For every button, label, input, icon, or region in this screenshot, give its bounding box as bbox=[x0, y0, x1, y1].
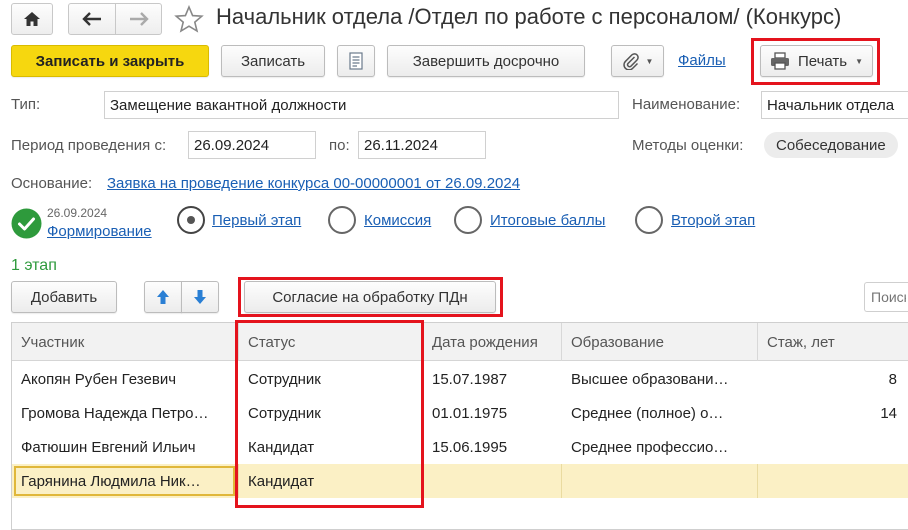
cell-education bbox=[562, 464, 758, 498]
consent-button[interactable]: Согласие на обработку ПДн bbox=[244, 281, 496, 313]
files-link[interactable]: Файлы bbox=[678, 52, 726, 69]
arrow-right-icon bbox=[129, 12, 149, 26]
save-and-close-button[interactable]: Записать и закрыть bbox=[11, 45, 209, 77]
col-header-education[interactable]: Образование bbox=[562, 323, 758, 361]
document-list-button[interactable] bbox=[337, 45, 375, 77]
cell-status: Сотрудник bbox=[248, 370, 321, 388]
cell-focus-frame bbox=[14, 466, 235, 496]
cell-birth: 15.07.1987 bbox=[432, 370, 508, 388]
cell-education: Высшее образовани… bbox=[571, 370, 729, 388]
cell-birth bbox=[423, 464, 562, 498]
cell-education: Среднее профессио… bbox=[571, 438, 729, 456]
move-down-button[interactable] bbox=[181, 281, 219, 313]
stage-commission-link[interactable]: Комиссия bbox=[364, 212, 431, 229]
print-button-label: Печать bbox=[797, 52, 848, 70]
home-icon bbox=[24, 12, 40, 26]
chevron-down-icon: ▼ bbox=[855, 56, 864, 66]
participants-table: Участник Статус Дата рождения Образовани… bbox=[11, 322, 908, 530]
check-done-icon bbox=[11, 208, 42, 239]
move-up-button[interactable] bbox=[144, 281, 182, 313]
stage-radio-commission[interactable] bbox=[328, 206, 356, 234]
stage-final-scores-link[interactable]: Итоговые баллы bbox=[490, 212, 605, 229]
stage-done-date: 26.09.2024 bbox=[47, 206, 108, 220]
cell-participant: Фатюшин Евгений Ильич bbox=[21, 438, 196, 456]
cell-status: Сотрудник bbox=[248, 404, 321, 422]
cell-birth: 15.06.1995 bbox=[432, 438, 508, 456]
table-row-selected[interactable]: Гарянина Людмила Ник… Кандидат bbox=[12, 464, 908, 498]
cell-experience bbox=[758, 430, 908, 464]
col-header-status[interactable]: Статус bbox=[239, 323, 423, 361]
period-from-label: Период проведения с: bbox=[11, 137, 167, 154]
arrow-down-icon bbox=[194, 290, 206, 304]
paperclip-icon bbox=[622, 53, 639, 70]
period-to-label: по: bbox=[329, 137, 350, 154]
printer-icon bbox=[770, 52, 789, 70]
col-header-participant[interactable]: Участник bbox=[12, 323, 239, 361]
type-label: Тип: bbox=[11, 96, 41, 113]
stage-first-link[interactable]: Первый этап bbox=[212, 212, 301, 229]
stage-radio-second[interactable] bbox=[635, 206, 663, 234]
section-title: 1 этап bbox=[11, 257, 57, 274]
finish-early-button[interactable]: Завершить досрочно bbox=[387, 45, 585, 77]
arrow-left-icon bbox=[82, 12, 101, 26]
cell-status: Кандидат bbox=[239, 464, 423, 498]
period-to-field[interactable]: 26.11.2024 bbox=[358, 131, 486, 159]
search-input[interactable] bbox=[864, 282, 908, 312]
name-label: Наименование: bbox=[632, 96, 741, 113]
document-icon bbox=[349, 52, 363, 70]
cell-experience: 14 bbox=[880, 404, 897, 422]
forward-button[interactable] bbox=[115, 3, 162, 35]
chevron-down-icon: ▼ bbox=[645, 56, 654, 66]
cell-experience bbox=[758, 464, 908, 498]
attachment-button[interactable]: ▼ bbox=[611, 45, 664, 77]
basis-link[interactable]: Заявка на проведение конкурса 00-0000000… bbox=[107, 175, 520, 192]
cell-education: Среднее (полное) о… bbox=[571, 404, 724, 422]
save-button[interactable]: Записать bbox=[221, 45, 325, 77]
stage-forming-link[interactable]: Формирование bbox=[47, 223, 152, 240]
cell-experience: 8 bbox=[888, 370, 897, 388]
cell-participant: Акопян Рубен Гезевич bbox=[21, 370, 177, 388]
cell-participant: Громова Надежда Петро… bbox=[21, 404, 209, 422]
page-title: Начальник отдела /Отдел по работе с перс… bbox=[216, 4, 842, 29]
table-row[interactable]: Фатюшин Евгений Ильич Кандидат 15.06.199… bbox=[12, 430, 908, 464]
col-header-birth[interactable]: Дата рождения bbox=[423, 323, 562, 361]
stage-radio-first[interactable] bbox=[177, 206, 205, 234]
cell-status: Кандидат bbox=[248, 438, 315, 456]
methods-label: Методы оценки: bbox=[632, 137, 744, 154]
col-header-experience[interactable]: Стаж, лет bbox=[758, 323, 908, 361]
table-row[interactable]: Акопян Рубен Гезевич Сотрудник 15.07.198… bbox=[12, 362, 908, 396]
period-from-field[interactable]: 26.09.2024 bbox=[188, 131, 316, 159]
home-button[interactable] bbox=[11, 3, 53, 35]
back-button[interactable] bbox=[68, 3, 116, 35]
print-button[interactable]: Печать ▼ bbox=[760, 45, 873, 77]
stage-second-link[interactable]: Второй этап bbox=[671, 212, 755, 229]
basis-label: Основание: bbox=[11, 175, 93, 192]
table-header: Участник Статус Дата рождения Образовани… bbox=[12, 323, 908, 361]
stage-radio-final-scores[interactable] bbox=[454, 206, 482, 234]
arrow-up-icon bbox=[157, 290, 169, 304]
add-button[interactable]: Добавить bbox=[11, 281, 117, 313]
table-row[interactable]: Громова Надежда Петро… Сотрудник 01.01.1… bbox=[12, 396, 908, 430]
favorite-star-icon[interactable] bbox=[174, 5, 204, 33]
name-field[interactable]: Начальник отдела bbox=[761, 91, 908, 119]
method-chip[interactable]: Собеседование bbox=[764, 132, 898, 158]
type-field[interactable]: Замещение вакантной должности bbox=[104, 91, 619, 119]
cell-birth: 01.01.1975 bbox=[432, 404, 508, 422]
